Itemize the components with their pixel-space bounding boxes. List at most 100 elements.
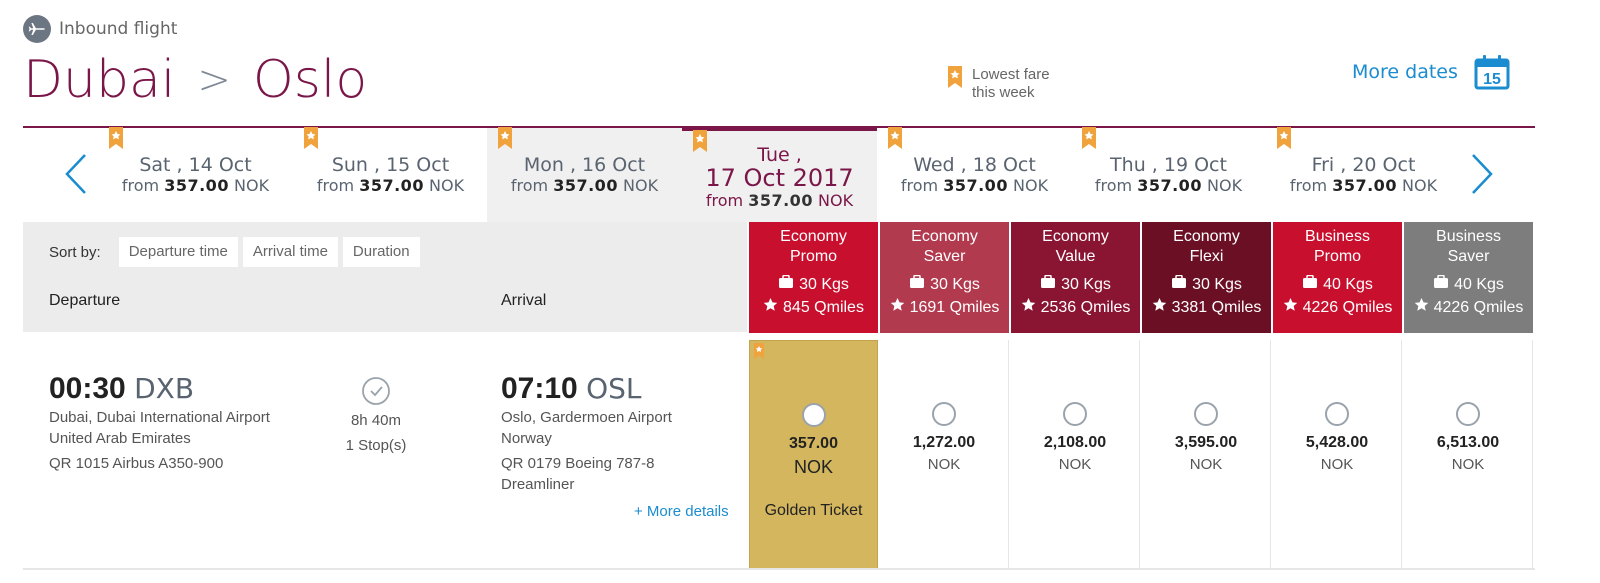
sort-departure-button[interactable]: Departure time (118, 237, 238, 267)
fare-header-business-promo: Business Promo 40 Kgs 4226 Qmiles (1273, 222, 1402, 333)
qmiles: 845 Qmiles (749, 297, 878, 318)
fare-header-economy-value: Economy Value 30 Kgs 2536 Qmiles (1011, 222, 1140, 333)
baggage-allowance: 30 Kgs (880, 274, 1009, 295)
date-label-line1: Tue , (757, 144, 802, 166)
sort-label: Sort by: (49, 243, 101, 261)
lowest-fare-legend: Lowest fare this week (948, 66, 1050, 102)
chevron-left-icon[interactable] (63, 152, 89, 196)
fare-currency: NOK (1058, 456, 1092, 473)
row-divider (23, 568, 1535, 570)
origin-city: Dubai (23, 50, 176, 110)
fare-name: Economy Saver (911, 228, 978, 265)
lowest-fare-line2: this week (972, 84, 1035, 101)
arrival-code: OSL (586, 372, 642, 405)
star-icon (763, 297, 783, 318)
fare-option-3[interactable]: 3,595.00 NOK (1142, 340, 1271, 570)
arrival-airport: Oslo, Gardermoen Airport Norway (501, 409, 672, 447)
baggage-allowance: 30 Kgs (1142, 274, 1271, 295)
star-icon (890, 297, 910, 318)
date-tab-fri[interactable]: Fri , 20 Oct from 357.00 NOK (1266, 127, 1461, 222)
bookmark-icon (1082, 127, 1096, 149)
fare-radio[interactable] (932, 402, 956, 426)
sort-arrival-button[interactable]: Arrival time (242, 237, 338, 267)
fare-amount: 1,272.00 (912, 434, 976, 451)
plane-icon (23, 15, 51, 43)
fare-amount: 357.00 (789, 435, 838, 452)
calendar-icon: 15 (1474, 55, 1510, 90)
date-price: from 357.00 NOK (316, 176, 465, 195)
destination-city: Oslo (252, 50, 368, 110)
date-price: from 357.00 NOK (510, 176, 659, 195)
date-label: Wed , 18 Oct (913, 154, 1036, 176)
baggage-allowance: 30 Kgs (1011, 274, 1140, 295)
baggage-icon (778, 274, 799, 295)
sort-panel: Sort by: Departure time Arrival time Dur… (23, 222, 747, 332)
fare-option-1[interactable]: 1,272.00 NOK (880, 340, 1009, 570)
fare-radio[interactable] (801, 403, 826, 427)
date-tab-sun[interactable]: Sun , 15 Oct from 357.00 NOK (293, 127, 488, 222)
fare-amount: 6,513.00 (1436, 434, 1500, 451)
more-dates-link[interactable]: More dates 15 (1352, 54, 1510, 90)
departure-code: DXB (134, 372, 195, 405)
route-chevron-icon: > (197, 57, 231, 103)
qmiles: 3381 Qmiles (1142, 297, 1271, 318)
fare-radio[interactable] (1063, 402, 1087, 426)
star-icon (1021, 297, 1041, 318)
column-departure: Departure (49, 292, 121, 309)
date-label: Mon , 16 Oct (523, 154, 646, 176)
fare-option-5[interactable]: 6,513.00 NOK (1404, 340, 1533, 570)
baggage-icon (1040, 274, 1061, 295)
date-price: from 357.00 NOK (1094, 176, 1243, 195)
fare-amount: 2,108.00 (1043, 434, 1107, 451)
qmiles: 1691 Qmiles (880, 297, 1009, 318)
fare-option-2[interactable]: 2,108.00 NOK (1011, 340, 1140, 570)
chevron-right-icon[interactable] (1469, 152, 1495, 196)
date-tab-wed[interactable]: Wed , 18 Oct from 357.00 NOK (877, 127, 1072, 222)
date-tab-thu[interactable]: Thu , 19 Oct from 357.00 NOK (1071, 127, 1266, 222)
fare-radio[interactable] (1325, 402, 1349, 426)
date-selector: Sat , 14 Oct from 357.00 NOK Sun , 15 Oc… (23, 127, 1535, 222)
more-details-link[interactable]: + More details (634, 503, 729, 520)
qmiles: 2536 Qmiles (1011, 297, 1140, 318)
qmiles: 4226 Qmiles (1404, 297, 1533, 318)
arrival-time: 07:10 OSL (501, 372, 642, 405)
fare-radio[interactable] (1194, 402, 1218, 426)
date-tab-tue-selected[interactable]: Tue , 17 Oct 2017 from 357.00 NOK (682, 128, 877, 222)
duration-block: 8h 40m 1 Stop(s) (343, 376, 409, 458)
baggage-icon (1302, 274, 1323, 295)
date-label: Fri , 20 Oct (1311, 154, 1416, 176)
qmiles: 4226 Qmiles (1273, 297, 1402, 318)
bookmark-icon (498, 127, 512, 149)
fare-currency: NOK (793, 457, 833, 477)
fare-header-economy-flexi: Economy Flexi 30 Kgs 3381 Qmiles (1142, 222, 1271, 333)
fare-name: Economy Promo (780, 228, 847, 265)
date-price: from 357.00 NOK (705, 191, 854, 210)
date-label: Thu , 19 Oct (1110, 154, 1227, 176)
fare-option-4[interactable]: 5,428.00 NOK (1273, 340, 1402, 570)
bookmark-icon (693, 130, 707, 152)
fare-header-economy-saver: Economy Saver 30 Kgs 1691 Qmiles (880, 222, 1009, 333)
inbound-header: Inbound flight (23, 15, 177, 43)
date-price: from 357.00 NOK (121, 176, 270, 195)
sort-duration-button[interactable]: Duration (342, 237, 420, 267)
more-dates-label: More dates (1352, 61, 1458, 83)
fare-amount: 3,595.00 (1174, 434, 1238, 451)
fare-radio[interactable] (1456, 402, 1480, 426)
star-icon (1283, 297, 1303, 318)
baggage-allowance: 40 Kgs (1404, 274, 1533, 295)
bookmark-icon (754, 343, 764, 359)
fare-currency: NOK (1451, 456, 1485, 473)
date-tab-sat[interactable]: Sat , 14 Oct from 357.00 NOK (98, 127, 293, 222)
baggage-icon (1433, 274, 1454, 295)
sort-row: Sort by: Departure time Arrival time Dur… (49, 237, 425, 267)
date-tab-mon[interactable]: Mon , 16 Oct from 357.00 NOK (487, 127, 682, 222)
column-arrival: Arrival (501, 292, 547, 309)
date-label: Sun , 15 Oct (331, 154, 450, 176)
departure-flight-number: QR 1015 Airbus A350-900 (49, 455, 224, 472)
fare-currency: NOK (1189, 456, 1223, 473)
bookmark-icon (109, 127, 123, 149)
fare-option-0[interactable]: 357.00 NOK Golden Ticket (749, 340, 878, 570)
bookmark-icon (948, 66, 962, 88)
clock-icon (362, 377, 390, 405)
stops: 1 Stop(s) (345, 437, 407, 454)
